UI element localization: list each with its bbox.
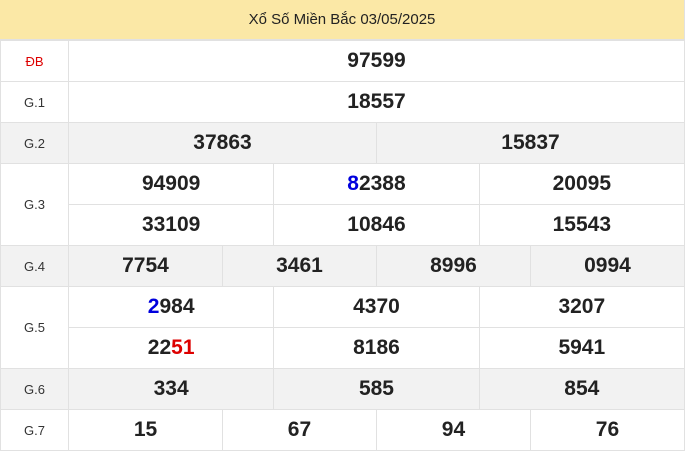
row-g5-b: 2251 8186 5941 xyxy=(1,327,686,369)
g5-number-6: 5941 xyxy=(478,327,686,369)
g7-number-1: 15 xyxy=(68,409,223,451)
row-g7: G.7 15 67 94 76 xyxy=(0,409,686,451)
g5-number-4: 2251 xyxy=(67,327,275,369)
g4-number-3: 8996 xyxy=(375,245,531,287)
row-g3-b: 33109 10846 15543 xyxy=(1,204,686,246)
g6-number-3: 854 xyxy=(478,368,686,410)
label-g4: G.4 xyxy=(0,245,69,287)
row-g2: G.2 37863 15837 xyxy=(0,122,686,164)
row-special-prize: ĐB 97599 xyxy=(0,40,685,82)
label-g6: G.6 xyxy=(0,368,69,410)
row-g1: G.1 18557 xyxy=(0,81,685,123)
g7-number-4: 76 xyxy=(529,409,686,451)
g4-number-1: 7754 xyxy=(68,245,223,287)
g5-number-3: 3207 xyxy=(478,286,686,328)
g3-number-2: 82388 xyxy=(273,163,480,205)
g5-number-1-tail: 984 xyxy=(159,295,195,318)
row-g6: G.6 334 585 854 xyxy=(0,368,686,410)
g6-number-1: 334 xyxy=(67,368,275,410)
g3-number-6: 15543 xyxy=(478,204,686,246)
prize-table: ĐB 97599 G.1 18557 G.2 37863 15837 G.3 9… xyxy=(0,40,686,451)
g3-number-4: 33109 xyxy=(67,204,275,246)
g4-number-4: 0994 xyxy=(529,245,686,287)
row-g3-a: G.3 94909 82388 20095 xyxy=(0,163,686,246)
g2-number-2: 15837 xyxy=(375,122,686,164)
g3-number-1: 94909 xyxy=(67,163,275,205)
g5-number-2: 4370 xyxy=(273,286,480,328)
row-g4: G.4 7754 3461 8996 0994 xyxy=(0,245,686,287)
g4-number-2: 3461 xyxy=(221,245,377,287)
g7-number-2: 67 xyxy=(221,409,377,451)
label-g7: G.7 xyxy=(0,409,69,451)
special-prize-number: 97599 xyxy=(68,40,685,82)
g3-number-2-head: 8 xyxy=(347,172,359,195)
g3-number-3: 20095 xyxy=(478,163,686,205)
g2-number-1: 37863 xyxy=(68,122,377,164)
row-g5-a: G.5 2984 4370 3207 xyxy=(0,286,686,369)
g5-number-5: 8186 xyxy=(273,327,480,369)
g6-number-2: 585 xyxy=(273,368,480,410)
results-title: Xổ Số Miền Bắc 03/05/2025 xyxy=(0,0,684,40)
g5-number-1: 2984 xyxy=(67,286,275,328)
g3-number-2-tail: 2388 xyxy=(358,172,406,195)
g5-number-4-head: 22 xyxy=(147,336,172,359)
label-g5: G.5 xyxy=(0,286,69,369)
label-g3: G.3 xyxy=(0,163,69,246)
label-g2: G.2 xyxy=(0,122,69,164)
g3-number-5: 10846 xyxy=(273,204,480,246)
g5-number-1-head: 2 xyxy=(147,295,160,318)
g5-number-4-tail: 51 xyxy=(171,336,195,359)
label-g1: G.1 xyxy=(0,81,69,123)
g7-number-3: 94 xyxy=(375,409,531,451)
label-special-prize: ĐB xyxy=(0,40,69,82)
g1-number: 18557 xyxy=(68,81,685,123)
lottery-result-table: Xổ Số Miền Bắc 03/05/2025 ĐB 97599 G.1 1… xyxy=(0,0,686,451)
